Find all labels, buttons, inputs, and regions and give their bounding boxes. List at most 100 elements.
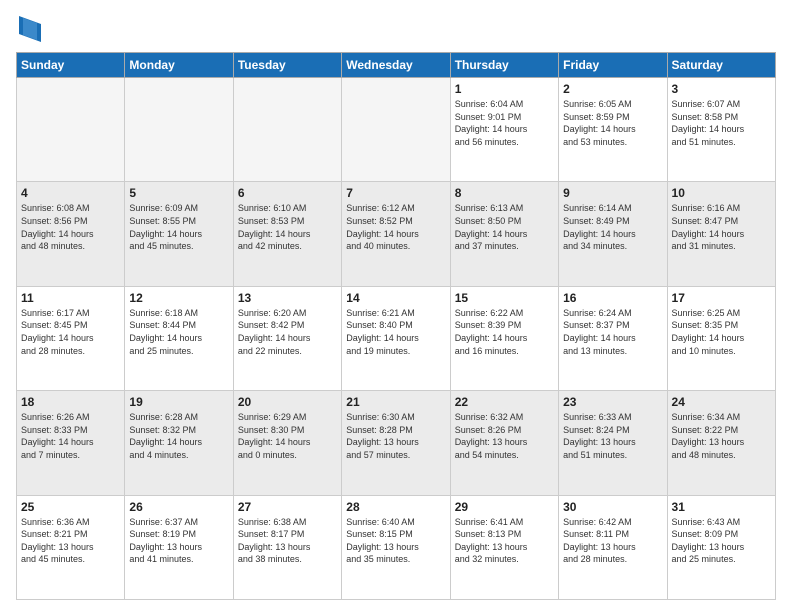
day-cell-24: 24 Sunrise: 6:34 AM Sunset: 8:22 PM Dayli… — [667, 391, 775, 495]
day-info: Sunrise: 6:21 AM Sunset: 8:40 PM Dayligh… — [346, 307, 445, 357]
week-row-4: 18 Sunrise: 6:26 AM Sunset: 8:33 PM Dayli… — [17, 391, 776, 495]
day-number: 19 — [129, 395, 228, 409]
day-info: Sunrise: 6:20 AM Sunset: 8:42 PM Dayligh… — [238, 307, 337, 357]
empty-cell — [17, 78, 125, 182]
day-info: Sunrise: 6:28 AM Sunset: 8:32 PM Dayligh… — [129, 411, 228, 461]
day-cell-3: 3 Sunrise: 6:07 AM Sunset: 8:58 PM Daylig… — [667, 78, 775, 182]
day-cell-5: 5 Sunrise: 6:09 AM Sunset: 8:55 PM Daylig… — [125, 182, 233, 286]
calendar-table: SundayMondayTuesdayWednesdayThursdayFrid… — [16, 52, 776, 600]
day-number: 6 — [238, 186, 337, 200]
day-number: 25 — [21, 500, 120, 514]
day-number: 1 — [455, 82, 554, 96]
day-number: 7 — [346, 186, 445, 200]
empty-cell — [342, 78, 450, 182]
day-number: 9 — [563, 186, 662, 200]
day-number: 2 — [563, 82, 662, 96]
day-cell-17: 17 Sunrise: 6:25 AM Sunset: 8:35 PM Dayli… — [667, 286, 775, 390]
day-cell-12: 12 Sunrise: 6:18 AM Sunset: 8:44 PM Dayli… — [125, 286, 233, 390]
col-header-saturday: Saturday — [667, 53, 775, 78]
day-number: 30 — [563, 500, 662, 514]
day-cell-7: 7Sunrise: 6:12 AM Sunset: 8:52 PM Daylig… — [342, 182, 450, 286]
day-info: Sunrise: 6:24 AM Sunset: 8:37 PM Dayligh… — [563, 307, 662, 357]
day-cell-14: 14 Sunrise: 6:21 AM Sunset: 8:40 PM Dayli… — [342, 286, 450, 390]
col-header-monday: Monday — [125, 53, 233, 78]
day-number: 13 — [238, 291, 337, 305]
week-row-5: 25 Sunrise: 6:36 AM Sunset: 8:21 PM Dayli… — [17, 495, 776, 599]
day-number: 28 — [346, 500, 445, 514]
header-row: SundayMondayTuesdayWednesdayThursdayFrid… — [17, 53, 776, 78]
day-number: 4 — [21, 186, 120, 200]
logo — [16, 16, 41, 42]
day-info: Sunrise: 6:16 AM Sunset: 8:47 PM Dayligh… — [672, 202, 771, 252]
day-info: Sunrise: 6:13 AM Sunset: 8:50 PM Dayligh… — [455, 202, 554, 252]
day-cell-8: 8 Sunrise: 6:13 AM Sunset: 8:50 PM Daylig… — [450, 182, 558, 286]
col-header-thursday: Thursday — [450, 53, 558, 78]
day-info: Sunrise: 6:04 AM Sunset: 9:01 PM Dayligh… — [455, 98, 554, 148]
day-info: Sunrise: 6:32 AM Sunset: 8:26 PM Dayligh… — [455, 411, 554, 461]
day-cell-23: 23 Sunrise: 6:33 AM Sunset: 8:24 PM Dayli… — [559, 391, 667, 495]
day-number: 18 — [21, 395, 120, 409]
day-info: Sunrise: 6:38 AM Sunset: 8:17 PM Dayligh… — [238, 516, 337, 566]
day-cell-9: 9 Sunrise: 6:14 AM Sunset: 8:49 PM Daylig… — [559, 182, 667, 286]
day-cell-1: 1 Sunrise: 6:04 AM Sunset: 9:01 PM Daylig… — [450, 78, 558, 182]
day-cell-16: 16Sunrise: 6:24 AM Sunset: 8:37 PM Dayli… — [559, 286, 667, 390]
day-info: Sunrise: 6:17 AM Sunset: 8:45 PM Dayligh… — [21, 307, 120, 357]
day-number: 21 — [346, 395, 445, 409]
day-number: 23 — [563, 395, 662, 409]
day-cell-26: 26 Sunrise: 6:37 AM Sunset: 8:19 PM Dayli… — [125, 495, 233, 599]
day-number: 11 — [21, 291, 120, 305]
day-number: 17 — [672, 291, 771, 305]
col-header-sunday: Sunday — [17, 53, 125, 78]
day-info: Sunrise: 6:05 AM Sunset: 8:59 PM Dayligh… — [563, 98, 662, 148]
day-cell-28: 28 Sunrise: 6:40 AM Sunset: 8:15 PM Dayli… — [342, 495, 450, 599]
day-info: Sunrise: 6:26 AM Sunset: 8:33 PM Dayligh… — [21, 411, 120, 461]
empty-cell — [125, 78, 233, 182]
day-cell-29: 29 Sunrise: 6:41 AM Sunset: 8:13 PM Dayli… — [450, 495, 558, 599]
day-cell-31: 31 Sunrise: 6:43 AM Sunset: 8:09 PM Dayli… — [667, 495, 775, 599]
day-info: Sunrise: 6:09 AM Sunset: 8:55 PM Dayligh… — [129, 202, 228, 252]
day-info: Sunrise: 6:18 AM Sunset: 8:44 PM Dayligh… — [129, 307, 228, 357]
logo-icon — [19, 16, 41, 42]
col-header-friday: Friday — [559, 53, 667, 78]
day-number: 29 — [455, 500, 554, 514]
header — [16, 16, 776, 42]
empty-cell — [233, 78, 341, 182]
day-number: 24 — [672, 395, 771, 409]
day-info: Sunrise: 6:29 AM Sunset: 8:30 PM Dayligh… — [238, 411, 337, 461]
day-number: 15 — [455, 291, 554, 305]
day-number: 14 — [346, 291, 445, 305]
day-number: 31 — [672, 500, 771, 514]
day-number: 8 — [455, 186, 554, 200]
col-header-wednesday: Wednesday — [342, 53, 450, 78]
day-number: 20 — [238, 395, 337, 409]
day-cell-25: 25 Sunrise: 6:36 AM Sunset: 8:21 PM Dayli… — [17, 495, 125, 599]
col-header-tuesday: Tuesday — [233, 53, 341, 78]
day-number: 26 — [129, 500, 228, 514]
day-cell-2: 2 Sunrise: 6:05 AM Sunset: 8:59 PM Daylig… — [559, 78, 667, 182]
day-info: Sunrise: 6:34 AM Sunset: 8:22 PM Dayligh… — [672, 411, 771, 461]
day-info: Sunrise: 6:07 AM Sunset: 8:58 PM Dayligh… — [672, 98, 771, 148]
day-info: Sunrise: 6:43 AM Sunset: 8:09 PM Dayligh… — [672, 516, 771, 566]
day-number: 3 — [672, 82, 771, 96]
day-number: 5 — [129, 186, 228, 200]
day-info: Sunrise: 6:14 AM Sunset: 8:49 PM Dayligh… — [563, 202, 662, 252]
day-cell-6: 6Sunrise: 6:10 AM Sunset: 8:53 PM Daylig… — [233, 182, 341, 286]
day-info: Sunrise: 6:30 AM Sunset: 8:28 PM Dayligh… — [346, 411, 445, 461]
page: SundayMondayTuesdayWednesdayThursdayFrid… — [0, 0, 792, 612]
week-row-3: 11 Sunrise: 6:17 AM Sunset: 8:45 PM Dayli… — [17, 286, 776, 390]
day-info: Sunrise: 6:36 AM Sunset: 8:21 PM Dayligh… — [21, 516, 120, 566]
week-row-2: 4Sunrise: 6:08 AM Sunset: 8:56 PM Daylig… — [17, 182, 776, 286]
day-number: 12 — [129, 291, 228, 305]
day-info: Sunrise: 6:25 AM Sunset: 8:35 PM Dayligh… — [672, 307, 771, 357]
day-info: Sunrise: 6:37 AM Sunset: 8:19 PM Dayligh… — [129, 516, 228, 566]
day-number: 27 — [238, 500, 337, 514]
day-info: Sunrise: 6:41 AM Sunset: 8:13 PM Dayligh… — [455, 516, 554, 566]
day-info: Sunrise: 6:33 AM Sunset: 8:24 PM Dayligh… — [563, 411, 662, 461]
day-cell-10: 10 Sunrise: 6:16 AM Sunset: 8:47 PM Dayli… — [667, 182, 775, 286]
day-cell-27: 27 Sunrise: 6:38 AM Sunset: 8:17 PM Dayli… — [233, 495, 341, 599]
day-cell-21: 21 Sunrise: 6:30 AM Sunset: 8:28 PM Dayli… — [342, 391, 450, 495]
week-row-1: 1 Sunrise: 6:04 AM Sunset: 9:01 PM Daylig… — [17, 78, 776, 182]
day-info: Sunrise: 6:40 AM Sunset: 8:15 PM Dayligh… — [346, 516, 445, 566]
day-cell-19: 19 Sunrise: 6:28 AM Sunset: 8:32 PM Dayli… — [125, 391, 233, 495]
day-number: 10 — [672, 186, 771, 200]
